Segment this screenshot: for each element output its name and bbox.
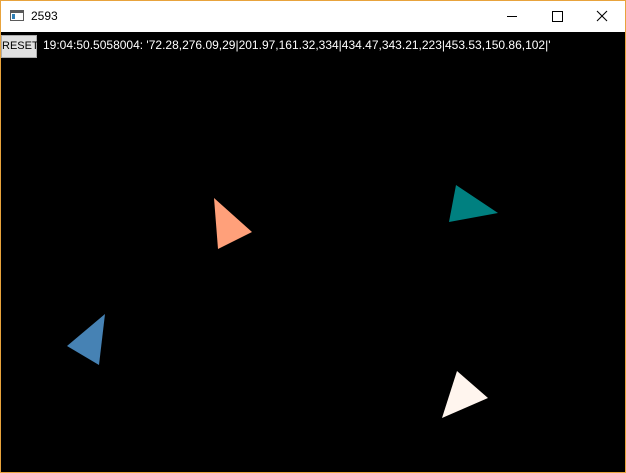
app-window: 2593 RESET 19:04:50.5058004: '72.28,276.… <box>0 0 626 473</box>
white-triangle <box>442 371 488 418</box>
reset-button[interactable]: RESET <box>1 35 39 58</box>
title-bar[interactable]: 2593 <box>1 1 625 32</box>
maximize-icon <box>552 11 563 22</box>
close-icon <box>596 10 608 22</box>
minimize-icon <box>507 16 517 17</box>
triangle-canvas <box>67 185 498 418</box>
blue-triangle <box>67 314 105 365</box>
drawing-area[interactable]: RESET 19:04:50.5058004: '72.28,276.09,29… <box>1 32 625 472</box>
teal-triangle <box>449 185 498 222</box>
minimize-button[interactable] <box>489 1 535 32</box>
window-title: 2593 <box>31 9 58 23</box>
salmon-triangle <box>214 198 252 249</box>
close-button[interactable] <box>579 1 625 32</box>
status-readout: 19:04:50.5058004: '72.28,276.09,29|201.9… <box>43 38 551 52</box>
maximize-button[interactable] <box>534 1 580 32</box>
app-window-icon <box>10 10 24 21</box>
